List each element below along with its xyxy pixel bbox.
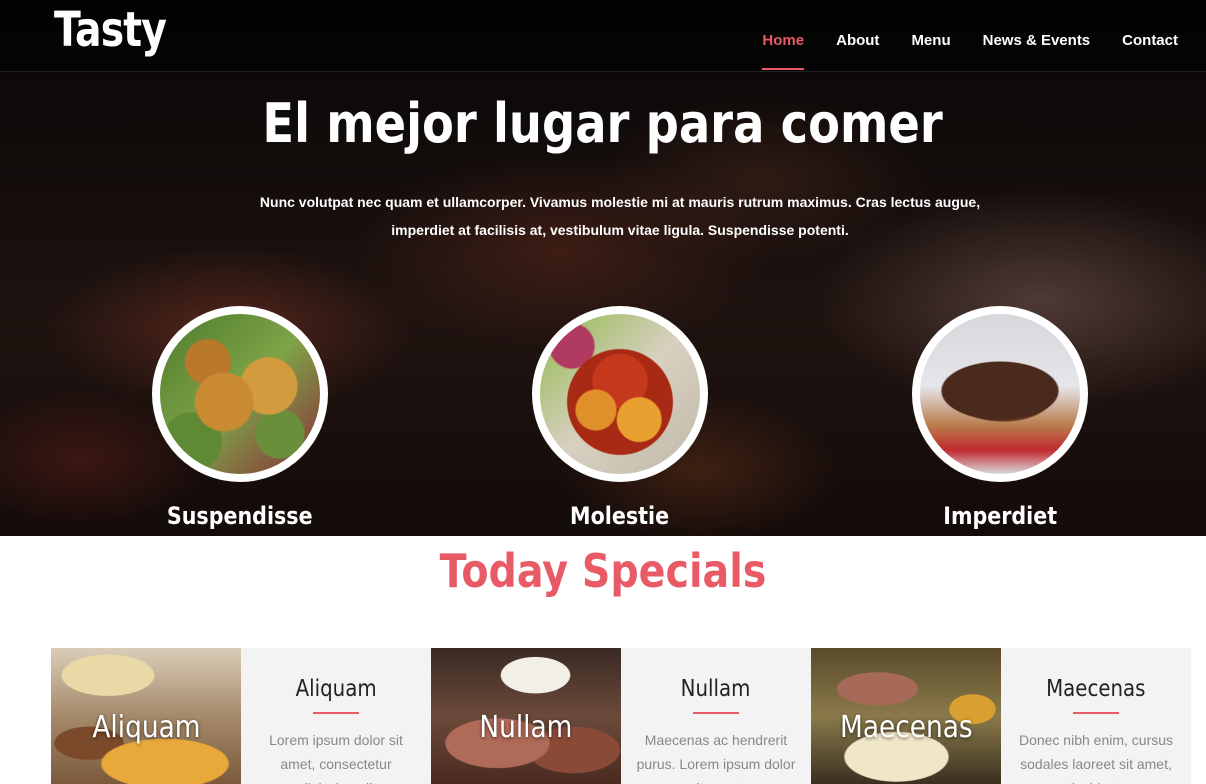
- feature-image-frame: [912, 306, 1088, 482]
- special-image-caption: Maecenas: [839, 710, 973, 745]
- feature-image-frame: [152, 306, 328, 482]
- nav-menu[interactable]: Menu: [911, 32, 950, 70]
- feature-molestie[interactable]: Molestie: [532, 306, 708, 530]
- accent-divider: [1073, 712, 1119, 714]
- main-nav: Home About Menu News & Events Contact: [730, 32, 1178, 70]
- nav-contact[interactable]: Contact: [1122, 32, 1178, 70]
- hero-section: Tasty Home About Menu News & Events Cont…: [0, 0, 1206, 536]
- feature-label: Imperdiet: [943, 502, 1057, 530]
- special-image-aliquam[interactable]: Aliquam: [51, 648, 241, 784]
- feature-imperdiet[interactable]: Imperdiet: [912, 306, 1088, 530]
- site-logo[interactable]: Tasty: [54, 2, 167, 58]
- accent-divider: [693, 712, 739, 714]
- feature-label: Molestie: [570, 502, 670, 530]
- special-description: Donec nibh enim, cursus sodales laoreet …: [1018, 732, 1174, 784]
- nav-news-events[interactable]: News & Events: [983, 32, 1091, 70]
- special-image-caption: Nullam: [479, 710, 573, 745]
- top-navbar: Tasty Home About Menu News & Events Cont…: [0, 0, 1206, 72]
- nav-about[interactable]: About: [836, 32, 879, 70]
- special-card-maecenas: Maecenas Donec nibh enim, cursus sodales…: [1001, 648, 1191, 784]
- accent-divider: [313, 712, 359, 714]
- nav-home[interactable]: Home: [762, 32, 804, 70]
- special-image-maecenas[interactable]: Maecenas: [811, 648, 1001, 784]
- feature-suspendisse[interactable]: Suspendisse: [152, 306, 328, 530]
- special-name: Nullam: [681, 676, 751, 702]
- special-description: Lorem ipsum dolor sit amet, consectetur …: [269, 732, 403, 784]
- special-image-caption: Aliquam: [91, 710, 201, 745]
- special-name: Maecenas: [1046, 676, 1146, 702]
- chicken-stew-image: [540, 314, 700, 474]
- feature-image-frame: [532, 306, 708, 482]
- grilled-steak-image: [920, 314, 1080, 474]
- specials-title: Today Specials: [439, 544, 767, 598]
- special-description: Maecenas ac hendrerit purus. Lorem ipsum…: [636, 732, 796, 784]
- fried-chicken-image: [160, 314, 320, 474]
- special-name: Aliquam: [295, 676, 377, 702]
- special-card-aliquam: Aliquam Lorem ipsum dolor sit amet, cons…: [241, 648, 431, 784]
- hero-title: El mejor lugar para comer: [262, 92, 944, 155]
- special-card-nullam: Nullam Maecenas ac hendrerit purus. Lore…: [621, 648, 811, 784]
- feature-label: Suspendisse: [167, 502, 313, 530]
- special-image-nullam[interactable]: Nullam: [431, 648, 621, 784]
- hero-description: Nunc volutpat nec quam et ullamcorper. V…: [259, 194, 981, 238]
